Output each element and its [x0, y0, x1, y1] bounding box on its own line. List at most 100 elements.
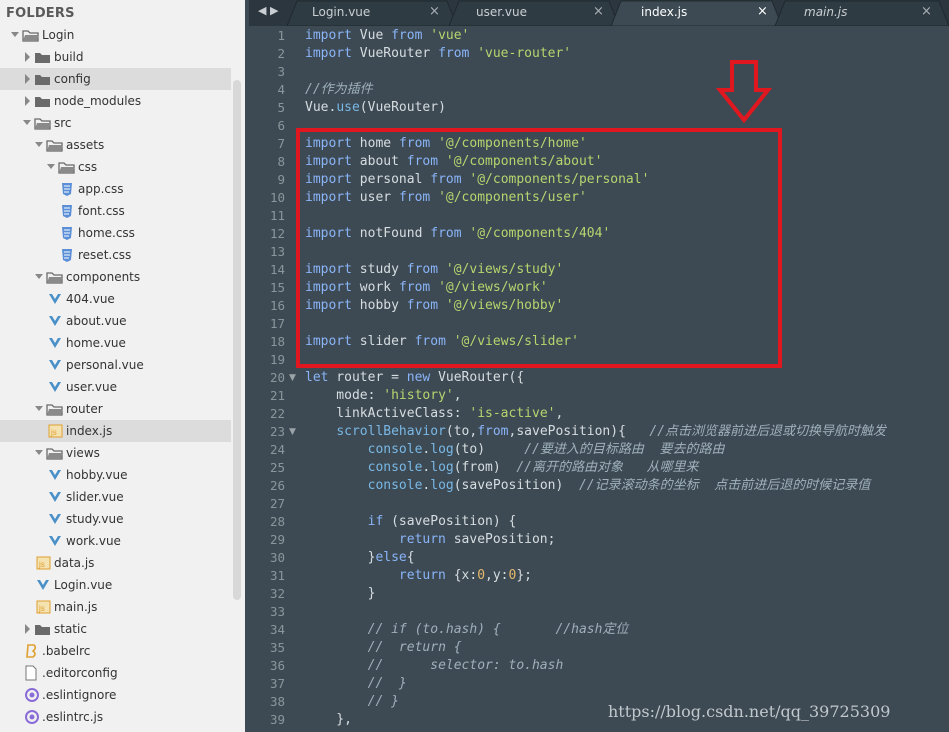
chevron-right-icon[interactable]	[22, 68, 32, 90]
sidebar-item[interactable]: .babelrc	[0, 640, 231, 662]
code-line[interactable]: }	[305, 585, 376, 603]
sidebar-item[interactable]: slider.vue	[0, 486, 231, 508]
sidebar-item-label: data.js	[54, 556, 95, 570]
code-line[interactable]: console.log(from) //离开的路由对象 从哪里来	[305, 459, 699, 477]
chevron-down-icon[interactable]	[34, 398, 44, 420]
code-token: 'is-active'	[469, 406, 556, 421]
sidebar-item[interactable]: user.vue	[0, 376, 231, 398]
code-line[interactable]: Vue.use(VueRouter)	[305, 99, 446, 117]
sidebar-item[interactable]: build	[0, 46, 231, 68]
sidebar-item[interactable]: home.css	[0, 222, 231, 244]
sidebar-item[interactable]: router	[0, 398, 231, 420]
css-file-icon	[60, 222, 76, 244]
code-token: (VueRouter)	[359, 100, 446, 115]
sidebar-item[interactable]: views	[0, 442, 231, 464]
code-line[interactable]: mode: 'history',	[305, 387, 461, 405]
sidebar-item[interactable]: .eslintignore	[0, 684, 231, 706]
chevron-down-icon[interactable]	[22, 112, 32, 134]
chevron-down-icon[interactable]	[10, 24, 20, 46]
sidebar-item[interactable]: .eslintrc.js	[0, 706, 231, 728]
code-line[interactable]: }else{	[305, 549, 415, 567]
sidebar-item[interactable]: js data.js	[0, 552, 231, 574]
sidebar-item[interactable]: hobby.vue	[0, 464, 231, 486]
sidebar-item-label: 404.vue	[66, 292, 115, 306]
code-line[interactable]: return savePosition;	[305, 531, 556, 549]
sidebar-scrollbar[interactable]	[233, 80, 241, 600]
sidebar-item[interactable]: node_modules	[0, 90, 231, 112]
sidebar-item[interactable]: config	[0, 68, 231, 90]
tab-login-vue[interactable]: Login.vue ×	[297, 0, 447, 26]
code-line[interactable]: },	[305, 711, 352, 729]
sidebar-item[interactable]: .editorconfig	[0, 662, 231, 684]
sidebar-item[interactable]: study.vue	[0, 508, 231, 530]
sidebar-item[interactable]: about.vue	[0, 310, 231, 332]
close-icon[interactable]: ×	[757, 4, 768, 19]
code-line[interactable]: // selector: to.hash	[305, 657, 564, 675]
fold-arrow-icon[interactable]: ▼	[289, 369, 296, 387]
sidebar-item[interactable]: 404.vue	[0, 288, 231, 310]
chevron-down-icon[interactable]	[34, 266, 44, 288]
sidebar-item[interactable]: app.css	[0, 178, 231, 200]
sidebar-item[interactable]: js main.js	[0, 596, 231, 618]
chevron-down-icon[interactable]	[34, 442, 44, 464]
eslint-file-icon	[24, 684, 40, 706]
code-line[interactable]: console.log(savePosition) //记录滚动条的坐标 点击前…	[305, 477, 871, 495]
chevron-down-icon[interactable]	[34, 134, 44, 156]
code-line[interactable]: // }	[305, 693, 399, 711]
chevron-right-icon[interactable]	[22, 46, 32, 68]
code-line[interactable]: //作为插件	[305, 81, 373, 99]
folder-open-icon	[46, 266, 63, 288]
fold-arrow-icon[interactable]: ▼	[289, 423, 296, 441]
tab-user-vue[interactable]: user.vue ×	[459, 0, 609, 26]
code-line[interactable]: console.log(to) //要进入的目标路由 要去的路由	[305, 441, 725, 459]
code-token: from	[438, 46, 470, 61]
code-token: return	[398, 532, 446, 547]
sidebar-item[interactable]: static	[0, 618, 231, 640]
sidebar-item-label: home.css	[78, 226, 135, 240]
code-token: ,savePosition){	[508, 424, 650, 439]
close-icon[interactable]: ×	[429, 4, 440, 19]
code-line[interactable]: // if (to.hash) { //hash定位	[305, 621, 629, 639]
chevron-right-icon[interactable]	[22, 90, 32, 112]
sidebar-item[interactable]: personal.vue	[0, 354, 231, 376]
close-icon[interactable]: ×	[921, 4, 932, 19]
sidebar-item-label: reset.css	[78, 248, 132, 262]
code-token: return	[398, 568, 446, 583]
sidebar-item[interactable]: font.css	[0, 200, 231, 222]
tab-index-js[interactable]: index.js ×	[621, 0, 772, 26]
sidebar-item[interactable]: css	[0, 156, 231, 178]
code-line[interactable]: scrollBehavior(to,from,savePosition){ //…	[305, 423, 886, 441]
chevron-right-icon[interactable]	[22, 618, 32, 640]
code-line[interactable]: return {x:0,y:0};	[305, 567, 532, 585]
sidebar-item[interactable]: reset.css	[0, 244, 231, 266]
code-token: from	[477, 424, 509, 439]
vue-file-icon	[36, 574, 52, 596]
code-line[interactable]: linkActiveClass: 'is-active',	[305, 405, 563, 423]
code-line[interactable]: import Vue from 'vue'	[305, 27, 469, 45]
sidebar-item[interactable]: src	[0, 112, 231, 134]
sidebar-item[interactable]: assets	[0, 134, 231, 156]
code-token: ,	[555, 406, 564, 421]
sidebar-item-label: .editorconfig	[42, 666, 118, 680]
tab-main-js[interactable]: main.js ×	[785, 0, 939, 26]
sidebar-item-label: Login	[42, 28, 75, 42]
sidebar-item[interactable]: home.vue	[0, 332, 231, 354]
line-number: 18	[269, 334, 285, 349]
code-line[interactable]: // return {	[305, 639, 462, 657]
code-line[interactable]: if (savePosition) {	[305, 513, 517, 531]
code-line[interactable]: // }	[305, 675, 407, 693]
sidebar-item[interactable]: Login	[0, 24, 231, 46]
sidebar-item[interactable]: js index.js	[0, 420, 231, 442]
sidebar-item[interactable]: Login.vue	[0, 574, 231, 596]
code-token: {	[406, 550, 415, 565]
sidebar-item[interactable]: components	[0, 266, 231, 288]
code-token: //记录滚动条的坐标 点击前进后退的时候记录值	[578, 478, 871, 493]
code-line[interactable]: let router = new VueRouter({	[305, 369, 524, 387]
sidebar-item[interactable]: work.vue	[0, 530, 231, 552]
chevron-down-icon[interactable]	[46, 156, 56, 178]
code-line[interactable]: import VueRouter from 'vue-router'	[305, 45, 571, 63]
close-icon[interactable]: ×	[593, 4, 604, 19]
